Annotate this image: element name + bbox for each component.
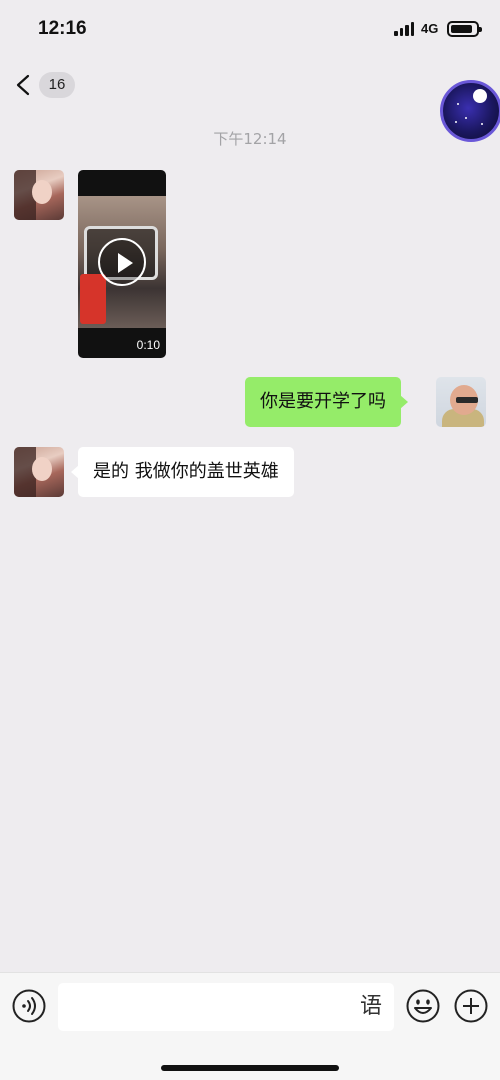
voice-input-icon[interactable]	[12, 989, 46, 1023]
outgoing-message-bubble[interactable]: 你是要开学了吗	[245, 377, 408, 427]
home-indicator	[161, 1065, 339, 1071]
ime-indicator: 语	[359, 994, 382, 1019]
video-duration: 0:10	[136, 338, 160, 352]
unread-count-badge[interactable]: 16	[39, 72, 75, 98]
my-avatar[interactable]	[436, 377, 486, 427]
message-input-bar: 语	[0, 972, 500, 1080]
back-chevron-icon[interactable]	[14, 74, 34, 96]
more-options-plus-icon[interactable]	[454, 989, 488, 1023]
status-time: 12:16	[38, 18, 87, 39]
message-timestamp: 下午12:14	[213, 130, 287, 148]
cellular-signal-icon	[394, 22, 414, 36]
network-type: 4G	[421, 21, 439, 36]
contact-avatar[interactable]	[14, 447, 64, 497]
message-field[interactable]: 语	[58, 983, 394, 1031]
incoming-message-bubble[interactable]: 是的 我做你的盖世英雄	[71, 447, 294, 497]
status-bar: 12:16 4G	[0, 0, 500, 58]
contact-avatar[interactable]	[14, 170, 64, 220]
battery-icon	[447, 21, 482, 37]
video-message[interactable]: 0:10	[78, 170, 166, 358]
play-icon[interactable]	[98, 238, 146, 286]
emoji-icon[interactable]	[406, 989, 440, 1023]
message-input[interactable]	[58, 983, 348, 1031]
